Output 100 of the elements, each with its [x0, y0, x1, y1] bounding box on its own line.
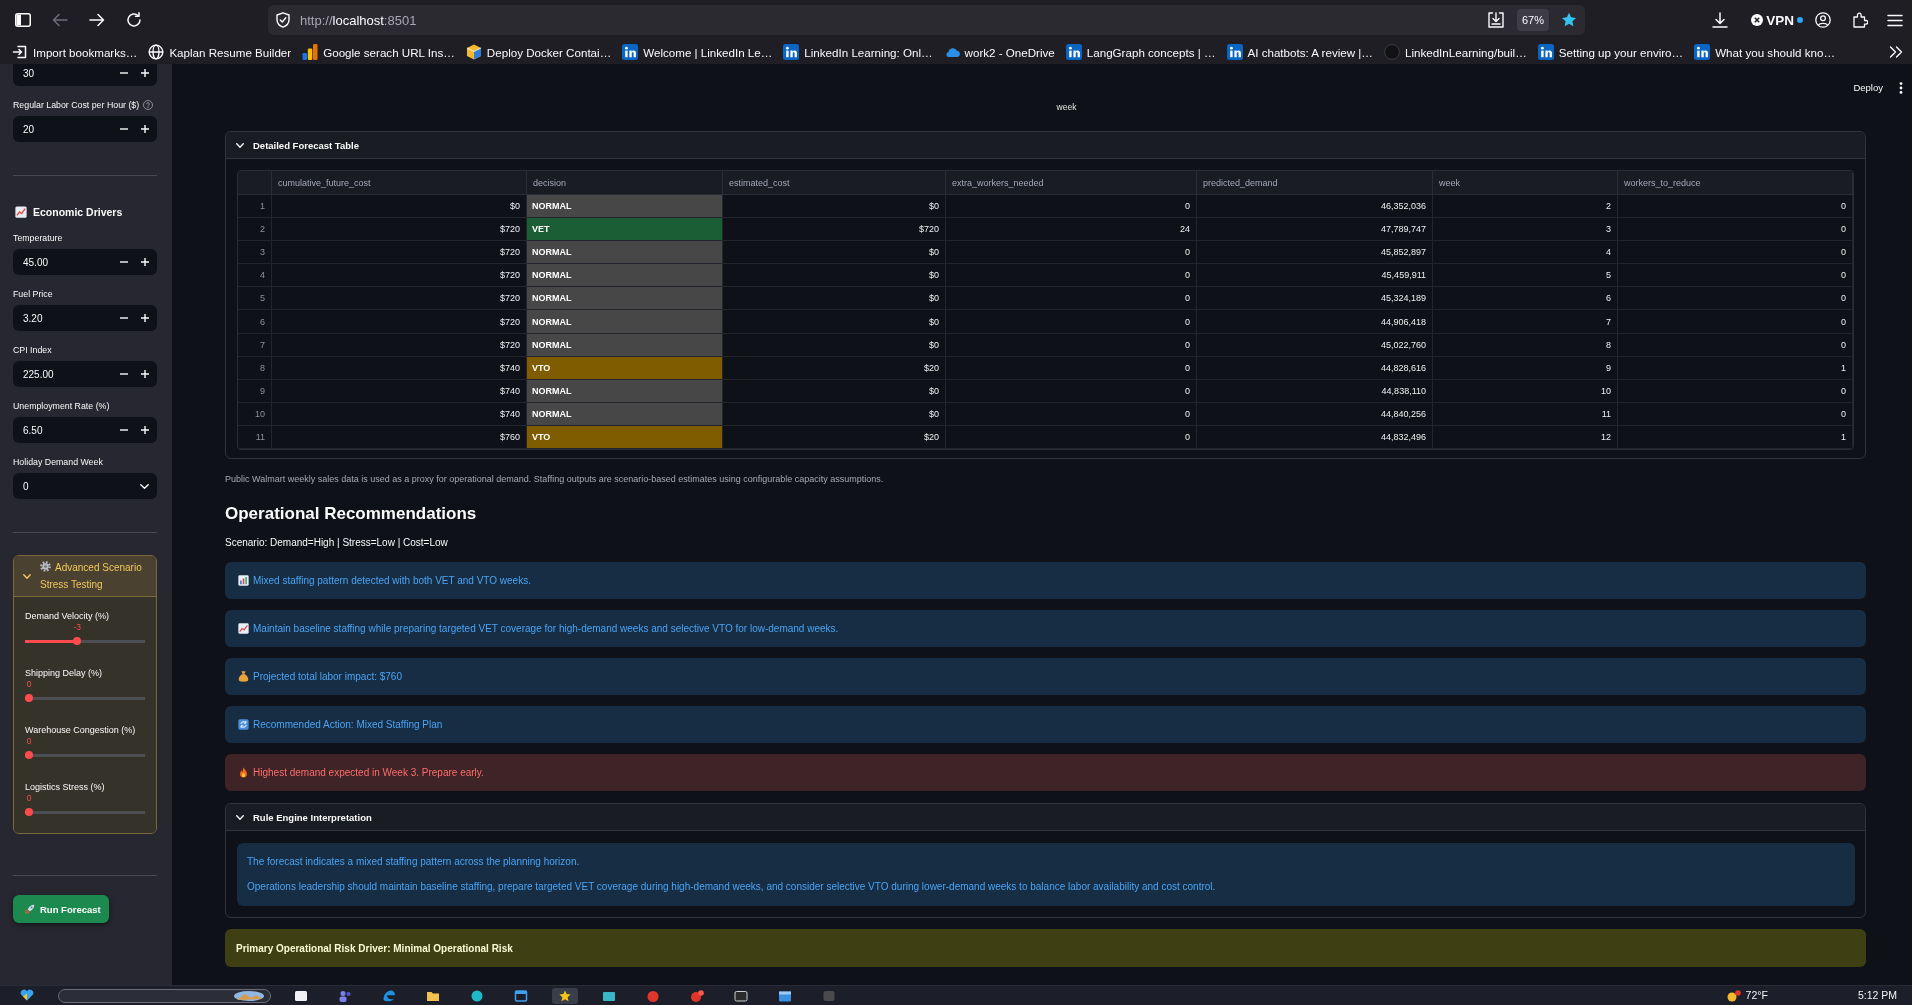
- number-input[interactable]: 20: [13, 116, 157, 142]
- number-input[interactable]: 45.00: [13, 249, 157, 275]
- column-header[interactable]: extra_workers_needed: [946, 171, 1197, 195]
- save-page-icon[interactable]: [1487, 12, 1504, 28]
- column-header[interactable]: workers_to_reduce: [1618, 171, 1853, 195]
- window-icon[interactable]: [294, 990, 308, 1002]
- slider-thumb[interactable]: [25, 694, 33, 702]
- search-field[interactable]: [58, 989, 271, 1003]
- bookmark-link[interactable]: LinkedInLearning/buil…: [1383, 44, 1527, 60]
- plus-icon[interactable]: [141, 426, 149, 434]
- plus-icon[interactable]: [141, 370, 149, 378]
- slider-thumb[interactable]: [73, 637, 82, 645]
- landscape-icon: [234, 991, 264, 1001]
- plus-icon[interactable]: [141, 125, 149, 133]
- table-cell: 0: [1618, 333, 1853, 357]
- table-cell: $0: [723, 379, 946, 403]
- table-cell: $740: [272, 379, 527, 403]
- slider-thumb[interactable]: [25, 808, 33, 816]
- account-icon[interactable]: [1815, 12, 1831, 28]
- zoom-button[interactable]: 67%: [1516, 9, 1549, 31]
- number-input[interactable]: 30: [13, 64, 157, 86]
- clock-text[interactable]: 5:12 PM: [1857, 989, 1897, 1002]
- column-header[interactable]: cumulative_future_cost: [272, 171, 527, 195]
- number-input[interactable]: 6.50: [13, 417, 157, 443]
- tile-icon[interactable]: [822, 990, 836, 1002]
- table-cell: NORMAL: [527, 287, 723, 311]
- select-field[interactable]: 0: [13, 473, 157, 499]
- download-icon[interactable]: [1712, 12, 1729, 28]
- bookmark-link[interactable]: work2 - OneDrive: [943, 44, 1055, 60]
- row-index: 5: [238, 287, 272, 311]
- chevrons-icon[interactable]: [1889, 46, 1903, 58]
- swirl-icon[interactable]: [382, 990, 396, 1002]
- plus-icon[interactable]: [141, 314, 149, 322]
- bookmark-link[interactable]: What you should kno…: [1694, 44, 1836, 60]
- deploy-button[interactable]: Deploy: [1853, 82, 1883, 94]
- column-header[interactable]: predicted_demand: [1197, 171, 1433, 195]
- menu-icon[interactable]: [1887, 13, 1903, 27]
- bookmark-link[interactable]: LinkedIn Learning: Onl…: [783, 44, 933, 60]
- url-text[interactable]: http://localhost:8501: [300, 12, 417, 28]
- bookmark-link[interactable]: AI chatbots: A review |…: [1226, 44, 1373, 60]
- column-header[interactable]: decision: [527, 171, 723, 195]
- bookmark-link[interactable]: Kaplan Resume Builder: [148, 44, 292, 60]
- reload-icon[interactable]: [126, 12, 142, 28]
- folder-icon[interactable]: [426, 990, 440, 1002]
- bookmark-link[interactable]: Welcome | LinkedIn Le…: [622, 44, 773, 60]
- more-icon[interactable]: [1899, 82, 1903, 94]
- expander-header[interactable]: Detailed Forecast Table: [226, 132, 1865, 159]
- table-cell: 12: [1433, 425, 1618, 450]
- weather-text[interactable]: 72°F: [1745, 989, 1768, 1002]
- column-header[interactable]: week: [1433, 171, 1618, 195]
- expander-header[interactable]: Rule Engine Interpretation: [226, 804, 1865, 832]
- table-cell: 0: [1618, 287, 1853, 311]
- bookmark-link[interactable]: Deploy Docker Contai…: [465, 44, 612, 60]
- run-forecast-button[interactable]: Run Forecast: [13, 895, 109, 923]
- slider-label: Logistics Stress (%): [25, 781, 106, 793]
- bookmark-link[interactable]: LangGraph concepts | …: [1065, 44, 1216, 60]
- window-icon[interactable]: [514, 990, 528, 1002]
- plus-icon[interactable]: [141, 258, 149, 266]
- expander-header[interactable]: Advanced Scenario Stress Testing: [14, 556, 156, 597]
- heart-icon[interactable]: [20, 989, 34, 1001]
- table-cell: 44,838,110: [1197, 379, 1433, 403]
- slider-thumb[interactable]: [25, 751, 33, 759]
- slider-label: Shipping Delay (%): [25, 667, 104, 679]
- row-index: 2: [238, 218, 272, 242]
- line-chart-icon: [238, 623, 249, 635]
- vpn-button[interactable]: VPN: [1751, 12, 1803, 28]
- table-cell: 10: [1433, 379, 1618, 403]
- field-label: Unemployment Rate (%): [13, 400, 110, 413]
- money-bag-icon: [238, 671, 249, 683]
- number-input[interactable]: 3.20: [13, 305, 157, 331]
- column-header[interactable]: estimated_cost: [723, 171, 946, 195]
- bookmark-link[interactable]: Google serach URL Ins…: [302, 44, 455, 60]
- bookmark-link[interactable]: Setting up your enviro…: [1537, 44, 1684, 60]
- extensions-icon[interactable]: [1852, 12, 1868, 28]
- people-icon[interactable]: [338, 990, 352, 1002]
- window-icon[interactable]: [734, 990, 748, 1002]
- tile-icon[interactable]: [602, 990, 616, 1002]
- table-cell: $720: [723, 218, 946, 242]
- forward-icon[interactable]: [89, 13, 105, 27]
- slider-value: 0: [26, 793, 32, 804]
- weather-icon[interactable]: [1725, 989, 1741, 1002]
- circle-app-icon[interactable]: [470, 990, 484, 1002]
- line-chart-icon: [15, 206, 27, 218]
- table-cell: NORMAL: [527, 333, 723, 357]
- number-input[interactable]: 225.00: [13, 361, 157, 387]
- row-index: 8: [238, 356, 272, 380]
- table-cell: 24: [946, 218, 1197, 242]
- table-cell: 44,906,418: [1197, 310, 1433, 334]
- bookmark-link[interactable]: Import bookmarks…: [12, 44, 138, 60]
- calendar-icon[interactable]: [778, 990, 792, 1002]
- refresh-icon: [238, 719, 249, 731]
- field-label: CPI Index: [13, 344, 52, 357]
- slider-label: Warehouse Congestion (%): [25, 724, 137, 736]
- circle-app-icon[interactable]: [690, 990, 704, 1002]
- address-bar[interactable]: http://localhost:8501 67%: [268, 5, 1585, 35]
- star-icon[interactable]: [1561, 12, 1577, 28]
- table-cell: 45,459,911: [1197, 264, 1433, 288]
- sidebar-icon[interactable]: [15, 13, 31, 27]
- circle-app-icon[interactable]: [646, 990, 660, 1002]
- plus-icon[interactable]: [141, 69, 149, 77]
